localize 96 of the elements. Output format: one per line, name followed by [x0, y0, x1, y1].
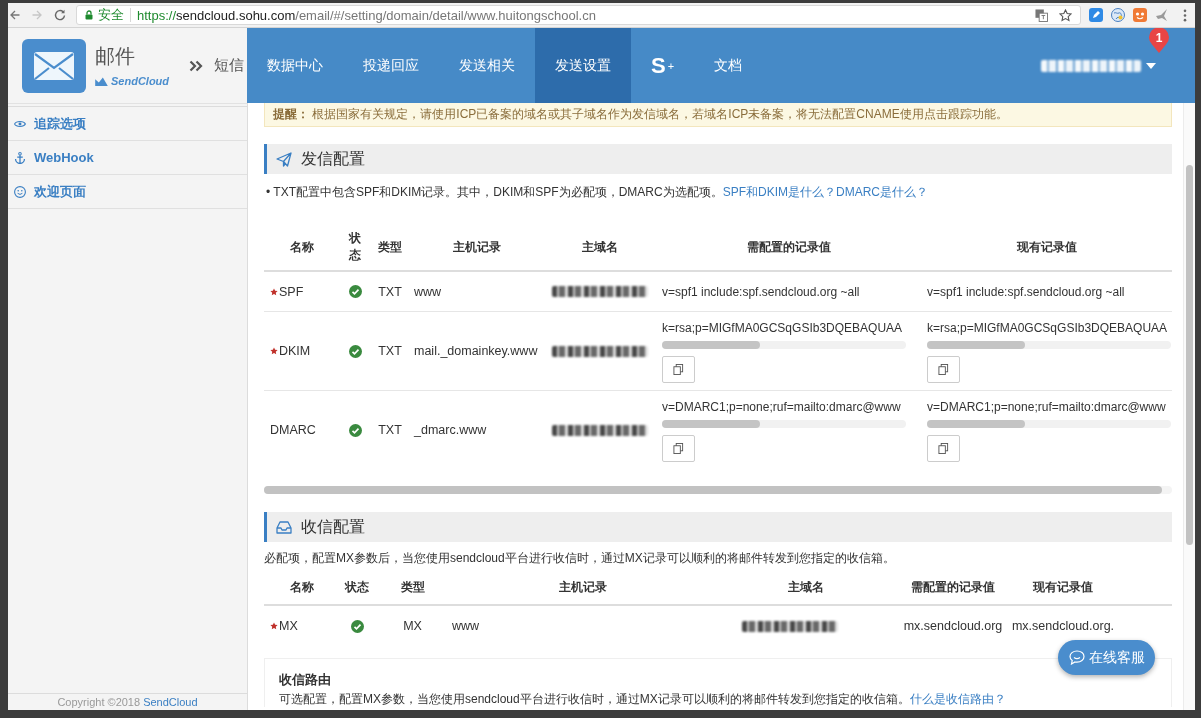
host-record: mail._domainkey.www — [414, 344, 538, 358]
column-header: 状态 — [347, 230, 362, 264]
column-header: 类型 — [378, 238, 402, 256]
copy-icon — [673, 364, 684, 375]
envelope-logo-icon[interactable] — [22, 38, 86, 93]
column-header: 主机记录 — [452, 238, 501, 256]
page-scrollbar[interactable] — [1183, 103, 1195, 710]
help-link[interactable]: DMARC是什么？ — [836, 185, 928, 199]
record-value: k=rsa;p=MIGfMA0GCSqGSIb3DQEBAQUAA — [927, 320, 1168, 337]
address-bar[interactable]: 安全 https://sendcloud.sohu.com/email/#/setting/domain/detail/www.huitongschool.cn — [76, 5, 1081, 25]
record-value: k=rsa;p=MIGfMA0GCSqGSIb3DQEBAQUAA — [662, 320, 903, 337]
sidebar-item[interactable]: 追踪选项 — [8, 107, 247, 141]
table-scrollbar[interactable] — [264, 486, 1172, 494]
column-header: 现有记录值 — [1033, 578, 1093, 596]
copy-button[interactable] — [662, 435, 695, 462]
info-text: 必配项，配置MX参数后，当您使用sendcloud平台进行收信时，通过MX记录可以顺利的将邮件转发到您指定的收信箱。 — [264, 550, 896, 566]
record-value: v=spf1 include:spf.sendcloud.org ~all — [927, 283, 1125, 301]
chat-button[interactable]: 在线客服 — [1058, 640, 1155, 675]
security-label: 安全 — [98, 6, 124, 24]
bird-icon[interactable] — [1155, 8, 1169, 22]
record-name: SPF — [279, 284, 304, 299]
column-header: 主机记录 — [559, 578, 607, 596]
host-record: www — [452, 619, 480, 633]
record-value: v=DMARC1;p=none;ruf=mailto:dmarc@www — [927, 399, 1166, 416]
column-header: 名称 — [289, 578, 314, 596]
copy-button[interactable] — [927, 435, 960, 462]
host-record: _dmarc.www — [414, 423, 487, 437]
record-value: v=spf1 include:spf.sendcloud.org ~all — [662, 283, 860, 301]
column-header: 类型 — [400, 578, 425, 596]
smiley-icon — [14, 185, 26, 198]
record-type: TXT — [378, 423, 402, 437]
nav-tab[interactable]: 发送设置 — [535, 28, 631, 103]
notice-text: 提醒： 根据国家有关规定，请使用ICP已备案的域名或其子域名作为发信域名，若域名ICP未备案，将无法配置CNAME使用点击跟踪功能。 — [273, 106, 1008, 123]
translate-icon[interactable] — [1035, 8, 1048, 22]
record-value: mx.sendcloud.org. — [1011, 618, 1115, 635]
product-switch-link[interactable]: 短信 — [214, 56, 245, 75]
column-header: 需配置的记录值 — [746, 238, 831, 256]
nav-tab[interactable]: 发送相关 — [439, 28, 535, 103]
lock-icon — [85, 10, 93, 20]
record-value: v=DMARC1;p=none;ruf=mailto:dmarc@www — [662, 399, 901, 416]
footer-link[interactable]: SendCloud — [143, 696, 198, 708]
reload-icon[interactable] — [54, 9, 66, 21]
url-text: https://sendcloud.sohu.com/email/#/setting/domain/detail/www.huitongschool.cn — [137, 7, 596, 23]
column-header: 主域名 — [582, 238, 618, 256]
brand-mark-icon — [95, 76, 108, 86]
double-chevron-icon — [189, 59, 204, 72]
record-value: mx.sendcloud.org — [903, 618, 1003, 635]
nav-tab[interactable]: 投递回应 — [343, 28, 439, 103]
record-name: DMARC — [270, 423, 316, 437]
info-text: • TXT配置中包含SPF和DKIM记录。其中，DKIM和SPF为必配项，DMARC为选配项。SPF和DKIM是什么？DMARC是什么？ — [265, 184, 929, 200]
face-tile-icon[interactable] — [1133, 8, 1147, 22]
nav-tab[interactable]: 数据中心 — [247, 28, 343, 103]
copy-button[interactable] — [927, 356, 960, 383]
notification-badge: 1 — [1149, 28, 1169, 53]
column-header: 现有记录值 — [1016, 238, 1077, 256]
copy-icon — [938, 443, 949, 454]
back-icon[interactable] — [10, 10, 20, 20]
nav-tab[interactable]: 文档 — [694, 28, 763, 103]
record-type: MX — [403, 619, 422, 633]
inbox-icon — [276, 519, 292, 535]
column-header: 需配置的记录值 — [911, 578, 995, 596]
column-header: 主域名 — [787, 578, 824, 596]
bookmark-star-icon[interactable] — [1059, 8, 1072, 22]
more-menu-icon[interactable] — [1183, 8, 1187, 22]
sidebar-item[interactable]: 欢迎页面 — [8, 175, 247, 209]
scrollbar[interactable] — [662, 420, 906, 428]
pen-tile-icon[interactable] — [1089, 8, 1103, 22]
scrollbar[interactable] — [927, 341, 1171, 349]
column-header: 状态 — [345, 578, 369, 596]
help-link[interactable]: SPF和DKIM是什么？ — [722, 185, 836, 199]
caret-icon — [1146, 62, 1156, 69]
host-record: www — [414, 284, 442, 299]
paper-plane-icon — [276, 151, 292, 167]
anchor-icon — [14, 151, 26, 164]
copyright-text: Copyright ©2018 SendCloud — [57, 696, 198, 708]
copy-icon — [938, 364, 949, 375]
sidebar-item[interactable]: WebHook — [8, 141, 247, 175]
section-title: 发信配置 — [301, 148, 365, 169]
section-title: 收信配置 — [301, 516, 365, 537]
globe-icon[interactable] — [1111, 8, 1125, 22]
chat-icon — [1068, 650, 1085, 665]
column-header: 名称 — [289, 238, 314, 256]
record-name: DKIM — [279, 344, 311, 358]
copy-icon — [673, 443, 684, 454]
record-type: TXT — [378, 344, 402, 358]
record-name: MX — [279, 619, 298, 633]
routing-title: 收信路由 — [279, 671, 331, 689]
scrollbar[interactable] — [662, 341, 906, 349]
copy-button[interactable] — [662, 356, 695, 383]
help-link[interactable]: 什么是收信路由？ — [909, 692, 1006, 706]
product-name: 邮件 — [95, 44, 136, 68]
brand-name: SendCloud — [111, 75, 170, 87]
nav-tab[interactable]: S$^{+}$ — [631, 28, 695, 103]
scrollbar[interactable] — [927, 420, 1171, 428]
record-type: TXT — [378, 284, 402, 299]
routing-text: 可选配置，配置MX参数，当您使用sendcloud平台进行收信时，通过MX记录可以顺利的将邮件转发到您指定的收信箱。什么是收信路由？ — [279, 691, 1006, 707]
